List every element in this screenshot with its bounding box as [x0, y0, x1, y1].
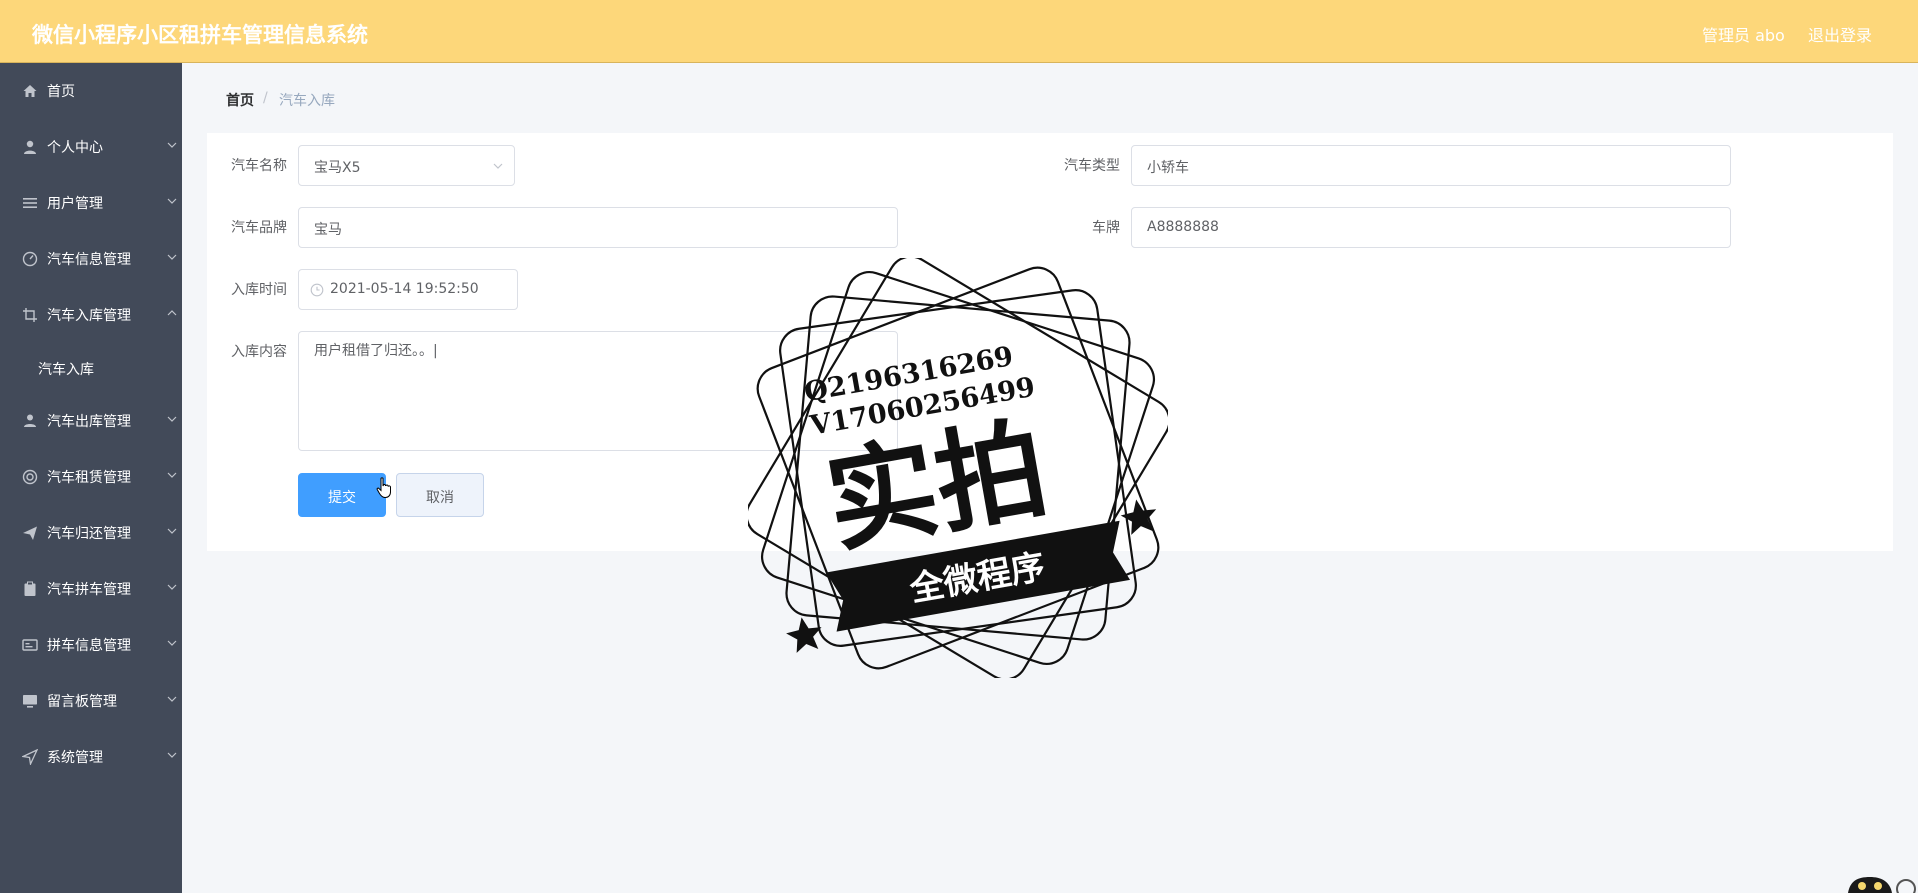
breadcrumb-home[interactable]: 首页 — [226, 90, 254, 110]
sidebar-item-label: 留言板管理 — [47, 694, 117, 710]
lifebuoy-icon — [22, 469, 38, 485]
list-icon — [22, 195, 38, 211]
gauge-icon — [22, 251, 38, 267]
card-icon — [22, 637, 38, 653]
breadcrumb: 首页 / 汽车入库 — [207, 71, 1893, 131]
admin-user-label: 管理员 abo — [1702, 26, 1785, 45]
sidebar-item-label: 系统管理 — [47, 750, 103, 766]
sidebar-subitem-label: 汽车入库 — [38, 362, 94, 378]
in-time-value: 2021-05-14 19:52:50 — [330, 281, 479, 297]
chevron-down-icon — [166, 195, 178, 207]
monitor-icon — [22, 693, 38, 709]
chevron-up-icon — [166, 307, 178, 319]
sidebar-item-label: 汽车信息管理 — [47, 252, 131, 268]
sidebar-item-personal-center[interactable]: 个人中心 — [0, 119, 182, 175]
clock-icon — [310, 283, 324, 297]
logout-link[interactable]: 退出登录 — [1808, 22, 1872, 46]
car-type-input[interactable]: 小轿车 — [1131, 145, 1731, 186]
car-name-label: 汽车名称 — [231, 158, 287, 174]
sidebar-item-label: 汽车拼车管理 — [47, 582, 131, 598]
sidebar-item-carpool[interactable]: 汽车拼车管理 — [0, 561, 182, 617]
sidebar-item-label: 汽车入库管理 — [47, 308, 131, 324]
chevron-down-icon — [166, 581, 178, 593]
sidebar-item-label: 用户管理 — [47, 196, 103, 212]
clipboard-icon — [22, 581, 38, 597]
chevron-down-icon — [492, 160, 504, 172]
cancel-button[interactable]: 取消 — [396, 473, 484, 517]
sidebar-item-user-management[interactable]: 用户管理 — [0, 175, 182, 231]
in-time-picker[interactable]: 2021-05-14 19:52:50 — [298, 269, 518, 310]
plate-input[interactable]: A8888888 — [1131, 207, 1731, 248]
sidebar-item-home[interactable]: 首页 — [0, 63, 182, 119]
crop-icon — [22, 307, 38, 323]
in-time-label: 入库时间 — [231, 282, 287, 298]
sidebar-item-car-info[interactable]: 汽车信息管理 — [0, 231, 182, 287]
sidebar-item-label: 汽车归还管理 — [47, 526, 131, 542]
car-name-select[interactable]: 宝马X5 — [298, 145, 515, 186]
sidebar: 首页 个人中心 用户管理 汽车信息管理 汽车入库管理 汽车入库 汽车出库管理 汽… — [0, 63, 182, 893]
car-type-value: 小轿车 — [1147, 160, 1189, 176]
chevron-down-icon — [166, 693, 178, 705]
plate-value: A8888888 — [1147, 219, 1219, 235]
sidebar-item-label: 汽车租赁管理 — [47, 470, 131, 486]
submit-button-label: 提交 — [328, 490, 356, 506]
car-brand-value: 宝马 — [314, 222, 342, 238]
sidebar-item-car-return[interactable]: 汽车归还管理 — [0, 505, 182, 561]
car-brand-label: 汽车品牌 — [231, 220, 287, 236]
sidebar-item-label: 拼车信息管理 — [47, 638, 131, 654]
navigation-icon — [22, 749, 38, 765]
plate-label: 车牌 — [1092, 220, 1120, 236]
car-brand-input[interactable]: 宝马 — [298, 207, 898, 248]
cancel-button-label: 取消 — [426, 490, 454, 506]
app-title: 微信小程序小区租拼车管理信息系统 — [32, 23, 368, 47]
sidebar-subitem-car-in-storage[interactable]: 汽车入库 — [0, 343, 182, 393]
sidebar-item-carpool-info[interactable]: 拼车信息管理 — [0, 617, 182, 673]
sidebar-item-car-out-storage[interactable]: 汽车出库管理 — [0, 393, 182, 449]
cat-mascot-icon — [1846, 874, 1918, 893]
chevron-down-icon — [166, 139, 178, 151]
person-icon — [22, 413, 38, 429]
send-icon — [22, 525, 38, 541]
user-icon — [22, 139, 38, 155]
sidebar-item-system-management[interactable]: 系统管理 — [0, 729, 182, 785]
submit-button[interactable]: 提交 — [298, 473, 386, 517]
content-value: 用户租借了归还。。| — [314, 343, 438, 359]
car-type-label: 汽车类型 — [1064, 158, 1120, 174]
chevron-down-icon — [166, 251, 178, 263]
breadcrumb-separator: / — [263, 90, 268, 106]
sidebar-item-message-board[interactable]: 留言板管理 — [0, 673, 182, 729]
sidebar-item-label: 个人中心 — [47, 140, 103, 156]
breadcrumb-current: 汽车入库 — [279, 93, 335, 109]
sidebar-item-label: 首页 — [47, 84, 75, 100]
chevron-down-icon — [166, 469, 178, 481]
sidebar-item-label: 汽车出库管理 — [47, 414, 131, 430]
top-header: 微信小程序小区租拼车管理信息系统 管理员 abo 退出登录 — [0, 0, 1918, 63]
chevron-down-icon — [166, 637, 178, 649]
chevron-down-icon — [166, 749, 178, 761]
home-icon — [22, 83, 38, 99]
watermark-stamp: Q2196316269 V17060256499 实拍 全微程序 — [748, 258, 1168, 678]
car-name-value: 宝马X5 — [314, 160, 361, 176]
content-label: 入库内容 — [231, 344, 287, 360]
chevron-down-icon — [166, 413, 178, 425]
chevron-down-icon — [166, 525, 178, 537]
hand-cursor-icon — [376, 477, 392, 499]
sidebar-item-car-in-storage[interactable]: 汽车入库管理 — [0, 287, 182, 343]
sidebar-item-car-rental[interactable]: 汽车租赁管理 — [0, 449, 182, 505]
